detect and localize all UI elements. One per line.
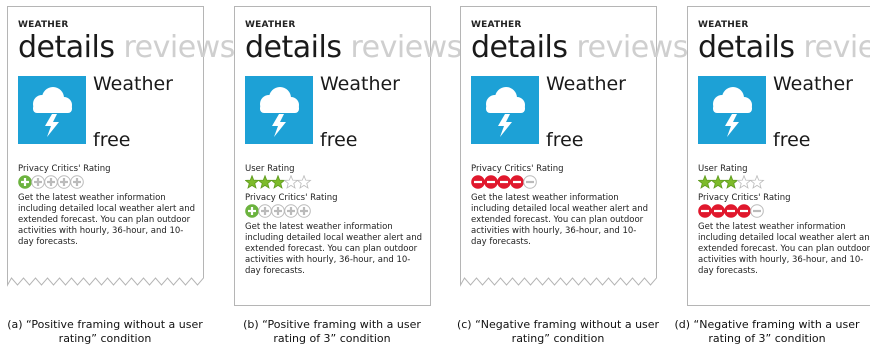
privacy-rating bbox=[245, 204, 429, 218]
star-empty-icon bbox=[283, 175, 299, 189]
user-rating-label: User Rating bbox=[698, 164, 748, 174]
plus-empty-icon bbox=[70, 175, 84, 189]
privacy-rating bbox=[18, 175, 202, 189]
star-filled-icon bbox=[723, 175, 739, 189]
tab-reviews[interactable]: reviews bbox=[804, 30, 870, 65]
plus-empty-icon bbox=[57, 175, 71, 189]
app-name: Weather bbox=[546, 73, 626, 95]
minus-filled-icon bbox=[724, 204, 738, 218]
privacy-rating-label: Privacy Critics' Rating bbox=[471, 164, 564, 174]
tab-reviews[interactable]: reviews bbox=[124, 30, 236, 65]
phone-screen-c: WEATHER details reviews Weather free Pri… bbox=[460, 6, 688, 306]
privacy-rating bbox=[471, 175, 655, 189]
app-price: free bbox=[93, 129, 131, 151]
star-filled-icon bbox=[710, 175, 726, 189]
cloud-lightning-icon bbox=[486, 87, 525, 137]
app-description: Get the latest weather information inclu… bbox=[18, 193, 195, 247]
minus-filled-icon bbox=[510, 175, 524, 189]
plus-empty-icon bbox=[297, 204, 311, 218]
app-price: free bbox=[773, 129, 811, 151]
phone-screen-d: WEATHER details reviews Weather free Use… bbox=[687, 6, 870, 306]
tab-reviews[interactable]: reviews bbox=[577, 30, 689, 65]
star-filled-icon bbox=[698, 175, 713, 189]
app-description: Get the latest weather information inclu… bbox=[471, 193, 648, 247]
app-price: free bbox=[320, 129, 358, 151]
privacy-rating-label: Privacy Critics' Rating bbox=[18, 164, 111, 174]
app-name: Weather bbox=[320, 73, 400, 95]
star-filled-icon bbox=[245, 175, 260, 189]
star-filled-icon bbox=[257, 175, 273, 189]
cloud-lightning-icon bbox=[260, 87, 299, 137]
app-name: Weather bbox=[773, 73, 853, 95]
app-tile bbox=[18, 76, 86, 144]
pivot-header: details reviews bbox=[18, 30, 235, 66]
caption-a: (a) “Positive framing without a user rat… bbox=[7, 318, 203, 345]
privacy-rating-label: Privacy Critics' Rating bbox=[698, 193, 791, 203]
app-label: WEATHER bbox=[245, 20, 296, 30]
user-rating bbox=[698, 175, 870, 189]
plus-empty-icon bbox=[284, 204, 298, 218]
app-summary: Weather free bbox=[471, 73, 655, 164]
app-description: Get the latest weather information inclu… bbox=[245, 222, 422, 276]
minus-filled-icon bbox=[698, 204, 712, 218]
plus-filled-icon bbox=[245, 204, 259, 218]
minus-empty-icon bbox=[750, 204, 764, 218]
plus-empty-icon bbox=[258, 204, 272, 218]
privacy-rating bbox=[698, 204, 870, 218]
plus-empty-icon bbox=[271, 204, 285, 218]
tab-details[interactable]: details bbox=[245, 30, 342, 65]
pivot-header: details reviews bbox=[245, 30, 462, 66]
pivot-header: details reviews bbox=[698, 30, 870, 66]
app-label: WEATHER bbox=[471, 20, 522, 30]
app-name: Weather bbox=[93, 73, 173, 95]
tab-reviews[interactable]: reviews bbox=[351, 30, 463, 65]
star-filled-icon bbox=[270, 175, 286, 189]
star-empty-icon bbox=[296, 175, 312, 189]
app-summary: Weather free bbox=[18, 73, 202, 164]
app-tile bbox=[471, 76, 539, 144]
app-description: Get the latest weather information inclu… bbox=[698, 222, 870, 276]
app-summary: Weather free bbox=[245, 73, 429, 164]
caption-d: (d) “Negative framing with a user rating… bbox=[674, 318, 860, 345]
minus-filled-icon bbox=[484, 175, 498, 189]
app-tile bbox=[698, 76, 766, 144]
minus-filled-icon bbox=[471, 175, 485, 189]
app-tile bbox=[245, 76, 313, 144]
cloud-lightning-icon bbox=[33, 87, 72, 137]
app-price: free bbox=[546, 129, 584, 151]
star-empty-icon bbox=[749, 175, 765, 189]
plus-filled-icon bbox=[18, 175, 32, 189]
privacy-rating-label: Privacy Critics' Rating bbox=[245, 193, 338, 203]
plus-empty-icon bbox=[44, 175, 58, 189]
caption-c: (c) “Negative framing without a user rat… bbox=[456, 318, 660, 345]
user-rating-label: User Rating bbox=[245, 164, 295, 174]
cloud-lightning-icon bbox=[713, 87, 752, 137]
caption-b: (b) “Positive framing with a user rating… bbox=[243, 318, 421, 345]
star-empty-icon bbox=[736, 175, 752, 189]
tab-details[interactable]: details bbox=[471, 30, 568, 65]
app-label: WEATHER bbox=[698, 20, 749, 30]
phone-screen-a: WEATHER details reviews Weather free Pri… bbox=[7, 6, 235, 306]
minus-filled-icon bbox=[737, 204, 751, 218]
minus-filled-icon bbox=[497, 175, 511, 189]
app-summary: Weather free bbox=[698, 73, 870, 164]
tab-details[interactable]: details bbox=[18, 30, 115, 65]
minus-empty-icon bbox=[523, 175, 537, 189]
plus-empty-icon bbox=[31, 175, 45, 189]
app-label: WEATHER bbox=[18, 20, 69, 30]
tab-details[interactable]: details bbox=[698, 30, 795, 65]
user-rating bbox=[245, 175, 429, 189]
pivot-header: details reviews bbox=[471, 30, 688, 66]
minus-filled-icon bbox=[711, 204, 725, 218]
phone-screen-b: WEATHER details reviews Weather free Use… bbox=[234, 6, 462, 306]
